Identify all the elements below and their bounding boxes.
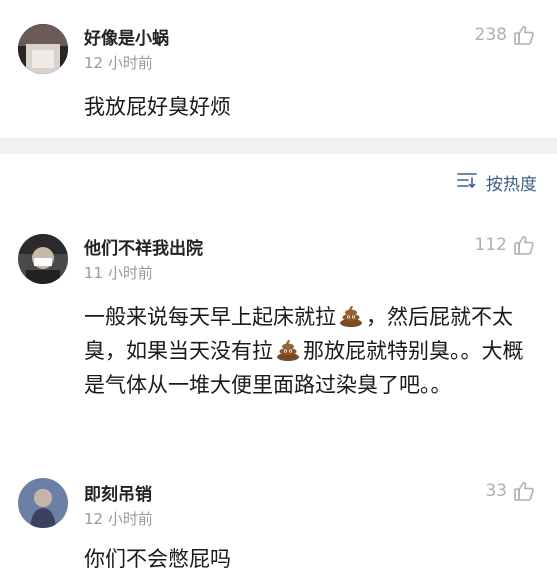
like-count: 238 — [474, 25, 507, 45]
avatar[interactable] — [18, 24, 68, 74]
comment-item: 好像是小蜗 12 小时前 238 我放屁好臭好烦 — [0, 0, 557, 138]
comment-time: 11 小时前 — [84, 264, 153, 282]
like-button[interactable]: 33 — [485, 480, 535, 502]
comment-time: 12 小时前 — [84, 54, 153, 72]
like-count: 112 — [474, 235, 507, 255]
comment-time: 12 小时前 — [84, 510, 153, 528]
thumbs-up-icon — [513, 234, 535, 256]
avatar[interactable] — [18, 478, 68, 528]
avatar[interactable] — [18, 234, 68, 284]
poop-emoji-icon — [275, 336, 301, 362]
comment-text: 我放屁好臭好烦 — [84, 95, 231, 119]
comment-text-part: 一般来说每天早上起床就拉 — [84, 305, 336, 329]
comment-author[interactable]: 好像是小蜗 — [84, 24, 169, 49]
sort-icon — [456, 171, 478, 194]
sort-button[interactable]: 按热度 — [456, 170, 537, 195]
section-divider — [0, 138, 557, 154]
comment-author[interactable]: 即刻吊销 — [84, 480, 152, 505]
comment-author[interactable]: 他们不祥我出院 — [84, 234, 203, 259]
like-button[interactable]: 112 — [475, 234, 535, 256]
comment-item: 他们不祥我出院 11 小时前 112 一般来说每天早上起床就拉 ，然后屁就不太臭… — [0, 200, 557, 450]
comment-item: 即刻吊销 12 小时前 33 你们不会憋屁吗 — [0, 450, 557, 586]
poop-emoji-icon — [338, 302, 364, 328]
thumbs-up-icon — [513, 480, 535, 502]
sort-label: 按热度 — [486, 175, 537, 195]
thumbs-up-icon — [513, 24, 535, 46]
comment-text: 一般来说每天早上起床就拉 ，然后屁就不太臭，如果当天没有拉 那放屁就特别臭。。大… — [84, 300, 544, 402]
like-count: 33 — [485, 481, 507, 501]
like-button[interactable]: 238 — [475, 24, 535, 46]
comment-text: 你们不会憋屁吗 — [84, 547, 231, 571]
